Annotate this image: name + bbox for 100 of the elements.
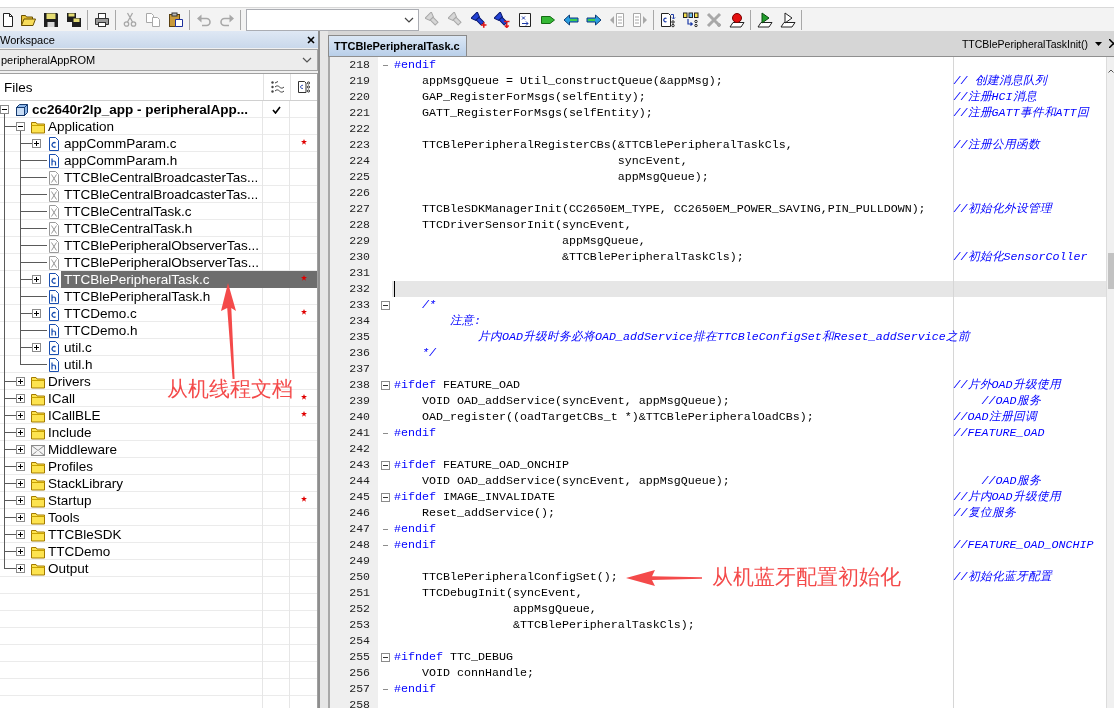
- expand-toggle-icon[interactable]: [16, 394, 25, 403]
- expand-toggle-icon[interactable]: [16, 564, 25, 573]
- fold-toggle-icon[interactable]: [380, 380, 390, 390]
- tree-item[interactable]: Drivers: [47, 373, 92, 390]
- code-line: VOID OAD_addService(syncEvent, appMsgQueue);: [422, 474, 730, 488]
- breakpoint-icon[interactable]: [728, 11, 745, 28]
- fold-toggle-icon[interactable]: [380, 652, 390, 662]
- expand-toggle-icon[interactable]: [32, 275, 41, 284]
- line-number: 241: [349, 425, 370, 441]
- binary-arrow-icon[interactable]: [682, 11, 699, 28]
- line-number: 240: [349, 409, 370, 425]
- expand-toggle-icon[interactable]: [16, 513, 25, 522]
- line-number: 247: [349, 521, 370, 537]
- function-dropdown[interactable]: TTCBlePeripheralTaskInit(): [961, 37, 1102, 50]
- tree-item[interactable]: TTCBleCentralTask.h: [63, 220, 194, 237]
- line-number: 250: [349, 569, 370, 585]
- line-number: 227: [349, 201, 370, 217]
- configuration-dropdown[interactable]: peripheralAppROM: [0, 49, 318, 71]
- fold-toggle-icon[interactable]: [380, 460, 390, 470]
- tree-item[interactable]: Application: [47, 118, 116, 135]
- code-line: #endif: [394, 682, 436, 696]
- tree-item[interactable]: TTCBlePeripheralTask.c: [63, 271, 211, 288]
- tree-item[interactable]: util.h: [63, 356, 94, 373]
- line-number: 255: [349, 649, 370, 665]
- c-file-icon: [47, 339, 61, 356]
- expand-toggle-icon[interactable]: [16, 530, 25, 539]
- tree-item[interactable]: StackLibrary: [47, 475, 125, 492]
- tree-item[interactable]: TTCDemo: [47, 543, 112, 560]
- text-cursor: [394, 281, 395, 297]
- line-number: 232: [349, 281, 370, 297]
- combo-field[interactable]: [246, 8, 419, 31]
- tree-item[interactable]: Output: [47, 560, 90, 577]
- expand-toggle-icon[interactable]: [16, 445, 25, 454]
- tree-item[interactable]: cc2640r2lp_app - peripheralApp...: [31, 101, 250, 118]
- scroll-up-icon[interactable]: [1107, 69, 1114, 73]
- code-comment: */: [422, 346, 436, 360]
- crossed-file-icon: [47, 186, 61, 203]
- expand-toggle-icon[interactable]: [16, 547, 25, 556]
- code-line: #endif: [394, 58, 436, 72]
- flashlight-plus-icon[interactable]: [470, 11, 487, 28]
- line-number: 226: [349, 185, 370, 201]
- tree-item[interactable]: TTCBleCentralBroadcasterTas...: [63, 169, 260, 186]
- line-number: 243: [349, 457, 370, 473]
- tree-item[interactable]: TTCBlePeripheralObserverTas...: [63, 254, 261, 271]
- tree-item[interactable]: appCommParam.c: [63, 135, 178, 152]
- tree-item[interactable]: TTCDemo.h: [63, 322, 139, 339]
- tree-item[interactable]: ICallBLE: [47, 407, 102, 424]
- expand-toggle-icon[interactable]: [16, 122, 25, 131]
- expand-toggle-icon[interactable]: [32, 309, 41, 318]
- play-icon[interactable]: [756, 11, 773, 28]
- tree-item[interactable]: Profiles: [47, 458, 94, 475]
- expand-toggle-icon[interactable]: [16, 377, 25, 386]
- code-line: &TTCBlePeripheralTaskCls);: [561, 250, 744, 264]
- document-icon[interactable]: [0, 11, 16, 28]
- clipboard-icon[interactable]: [167, 11, 184, 28]
- expand-toggle-icon[interactable]: [16, 411, 25, 420]
- expand-toggle-icon[interactable]: [32, 139, 41, 148]
- tree-item[interactable]: TTCBleCentralBroadcasterTas...: [63, 186, 260, 203]
- tree-item[interactable]: TTCBlePeripheralObserverTas...: [63, 237, 261, 254]
- code-line: &TTCBlePeripheralTaskCls);: [512, 618, 695, 632]
- code-comment: //复位服务: [953, 506, 1016, 520]
- tree-item[interactable]: TTCBleSDK: [47, 526, 123, 543]
- flashlight-arrow-icon[interactable]: [493, 11, 510, 28]
- tree-item[interactable]: TTCBlePeripheralTask.h: [63, 288, 212, 305]
- code-line: TTCBlePeripheralRegisterCBs(&TTCBlePeripheralTaskCls,: [422, 138, 793, 152]
- fold-toggle-icon[interactable]: [380, 492, 390, 502]
- printer-icon[interactable]: [93, 11, 110, 28]
- tree-item[interactable]: Tools: [47, 509, 81, 526]
- tree-item[interactable]: util.c: [63, 339, 93, 356]
- code-line: TTCBlePeripheralConfigSet();: [422, 570, 618, 584]
- tree-item[interactable]: Middleware: [47, 441, 119, 458]
- floppy-disks-icon[interactable]: [65, 11, 82, 28]
- arrow-right-icon[interactable]: [585, 11, 602, 28]
- fold-toggle-icon[interactable]: [380, 300, 390, 310]
- play-outline-icon[interactable]: [779, 11, 796, 28]
- expand-toggle-icon[interactable]: [16, 479, 25, 488]
- close-icon[interactable]: [307, 35, 315, 44]
- tree-item[interactable]: Startup: [47, 492, 93, 509]
- close-icon[interactable]: [1109, 39, 1114, 48]
- editor-tab[interactable]: TTCBlePeripheralTask.c: [328, 35, 467, 56]
- scrollbar-thumb[interactable]: [1107, 253, 1114, 289]
- tree-item[interactable]: Include: [47, 424, 93, 441]
- tree-item[interactable]: appCommParam.h: [63, 152, 179, 169]
- code-line: TTCDebugInit(syncEvent,: [422, 586, 583, 600]
- tree-item[interactable]: TTCBleCentralTask.c: [63, 203, 193, 220]
- tree-item[interactable]: TTCDemo.c: [63, 305, 138, 322]
- chevron-down-icon: [302, 57, 312, 63]
- expand-toggle-icon[interactable]: [16, 428, 25, 437]
- code-line: GATT_RegisterForMsgs(selfEntity);: [422, 106, 653, 120]
- expand-toggle-icon[interactable]: [32, 343, 41, 352]
- expand-toggle-icon[interactable]: [16, 496, 25, 505]
- expand-toggle-icon[interactable]: [16, 462, 25, 471]
- document-binary-icon[interactable]: [659, 11, 676, 28]
- tree-item[interactable]: ICall: [47, 390, 76, 407]
- code-comment: /*: [422, 298, 436, 312]
- code-comment: //OAD注册回调: [953, 410, 1037, 424]
- vertical-scrollbar[interactable]: [1106, 57, 1114, 708]
- expand-toggle-icon[interactable]: [0, 105, 9, 114]
- line-number: 235: [349, 329, 370, 345]
- arrow-left-icon[interactable]: [562, 11, 579, 28]
